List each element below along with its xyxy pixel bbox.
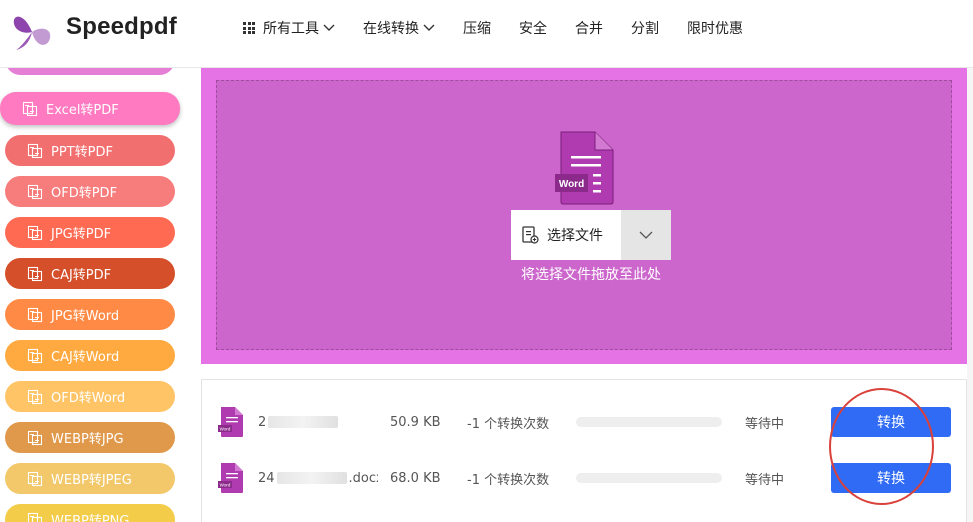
file-name: 2 xyxy=(258,415,378,430)
word-file-icon: Word xyxy=(218,407,243,437)
file-name-prefix: 2 xyxy=(258,414,267,430)
convert-doc-icon xyxy=(27,512,43,522)
file-size: 68.0 KB xyxy=(390,470,441,486)
file-add-icon xyxy=(522,226,539,244)
sidebar-item-ofd-word[interactable]: OFD转Word xyxy=(5,381,175,412)
grid-icon xyxy=(243,22,255,34)
sidebar-item-label: WEBP转PNG xyxy=(51,514,130,522)
nav-label: 所有工具 xyxy=(263,21,319,37)
file-name-prefix: 24 xyxy=(258,470,275,486)
file-status: 等待中 xyxy=(745,416,785,432)
sidebar-item-webp-jpg[interactable]: WEBP转JPG xyxy=(5,422,175,453)
sidebar-item-caj-pdf[interactable]: CAJ转PDF xyxy=(5,258,175,289)
redacted-filename xyxy=(268,416,339,428)
nav-limited-offer[interactable]: 限时优惠 xyxy=(687,18,743,38)
convert-doc-icon xyxy=(27,143,43,158)
sidebar-item-label: WEBP转JPG xyxy=(51,432,124,447)
tool-sidebar: Word转PDFExcel转PDFPPT转PDFOFD转PDFJPG转PDFCA… xyxy=(0,44,195,522)
sidebar-item-label: CAJ转Word xyxy=(51,350,120,365)
file-row: Word 2 50.9 KB -1 个转换次数 等待中 转换 xyxy=(202,402,968,442)
conversion-count: -1 个转换次数 xyxy=(467,472,550,488)
sidebar-item-label: OFD转Word xyxy=(51,391,126,406)
sidebar-item-label: Excel转PDF xyxy=(46,103,119,118)
nav-merge[interactable]: 合并 xyxy=(575,18,603,38)
convert-doc-icon xyxy=(27,307,43,322)
redacted-filename xyxy=(276,472,347,484)
sidebar-item-excel-pdf[interactable]: Excel转PDF xyxy=(0,92,180,125)
word-icon-label: Word xyxy=(559,179,584,190)
chevron-down-icon xyxy=(423,24,435,31)
main-nav: 所有工具 在线转换 压缩 安全 合并 分割 限时优惠 xyxy=(243,18,771,38)
file-icon-label: Word xyxy=(220,427,231,432)
file-status: 等待中 xyxy=(745,472,785,488)
convert-doc-icon xyxy=(27,184,43,199)
convert-doc-icon xyxy=(22,101,38,116)
file-size: 50.9 KB xyxy=(390,414,441,430)
sidebar-item-ofd-pdf[interactable]: OFD转PDF xyxy=(5,176,175,207)
drop-hint-text: 将选择文件拖放至此处 xyxy=(521,267,661,283)
nav-split[interactable]: 分割 xyxy=(631,18,659,38)
sidebar-item-label: WEBP转JPEG xyxy=(51,473,132,488)
file-name-suffix: .docx xyxy=(348,470,378,486)
nav-online-convert[interactable]: 在线转换 xyxy=(363,18,435,38)
chevron-down-icon xyxy=(323,24,335,31)
top-header: Speedpdf 所有工具 在线转换 压缩 安全 合并 分割 限时优惠 xyxy=(0,0,973,68)
select-file-button[interactable]: 选择文件 xyxy=(511,210,671,260)
butterfly-logo-icon[interactable] xyxy=(10,8,56,52)
sidebar-item-webp-jpeg[interactable]: WEBP转JPEG xyxy=(5,463,175,494)
chevron-down-icon xyxy=(639,231,653,239)
sidebar-item-label: JPG转Word xyxy=(51,309,120,324)
sidebar-item-label: JPG转PDF xyxy=(51,227,112,242)
convert-doc-icon xyxy=(27,348,43,363)
brand-name[interactable]: Speedpdf xyxy=(66,13,177,41)
convert-button[interactable]: 转换 xyxy=(831,407,951,437)
nav-compress[interactable]: 压缩 xyxy=(463,18,491,38)
convert-doc-icon xyxy=(27,430,43,445)
sidebar-item-jpg-pdf[interactable]: JPG转PDF xyxy=(5,217,175,248)
convert-doc-icon xyxy=(27,266,43,281)
sidebar-item-ppt-pdf[interactable]: PPT转PDF xyxy=(5,135,175,166)
convert-doc-icon xyxy=(27,225,43,240)
progress-bar xyxy=(576,473,722,483)
page-scroll-track[interactable] xyxy=(967,68,973,522)
convert-doc-icon xyxy=(27,471,43,486)
sidebar-item-caj-word[interactable]: CAJ转Word xyxy=(5,340,175,371)
word-document-icon: Word xyxy=(555,131,614,205)
sidebar-item-label: OFD转PDF xyxy=(51,186,118,201)
file-row: Word 24 .docx 68.0 KB -1 个转换次数 等待中 转换 xyxy=(202,458,968,498)
nav-security[interactable]: 安全 xyxy=(519,18,547,38)
sidebar-item-jpg-word[interactable]: JPG转Word xyxy=(5,299,175,330)
nav-all-tools[interactable]: 所有工具 xyxy=(243,18,335,38)
word-file-icon: Word xyxy=(218,463,243,493)
conversion-count: -1 个转换次数 xyxy=(467,416,550,432)
select-file-main[interactable]: 选择文件 xyxy=(511,210,621,260)
select-source-dropdown[interactable] xyxy=(621,210,671,260)
convert-button[interactable]: 转换 xyxy=(831,463,951,493)
select-file-label: 选择文件 xyxy=(547,228,603,244)
file-name: 24 .docx xyxy=(258,471,378,486)
nav-label: 在线转换 xyxy=(363,21,419,37)
file-list: Word250.9 KB-1 个转换次数等待中转换Word24.docx68.0… xyxy=(201,379,967,522)
progress-bar xyxy=(576,417,722,427)
file-icon-label: Word xyxy=(220,483,231,488)
convert-doc-icon xyxy=(27,389,43,404)
sidebar-item-label: CAJ转PDF xyxy=(51,268,112,283)
sidebar-item-label: PPT转PDF xyxy=(51,145,113,160)
sidebar-item-webp-png[interactable]: WEBP转PNG xyxy=(5,504,175,522)
